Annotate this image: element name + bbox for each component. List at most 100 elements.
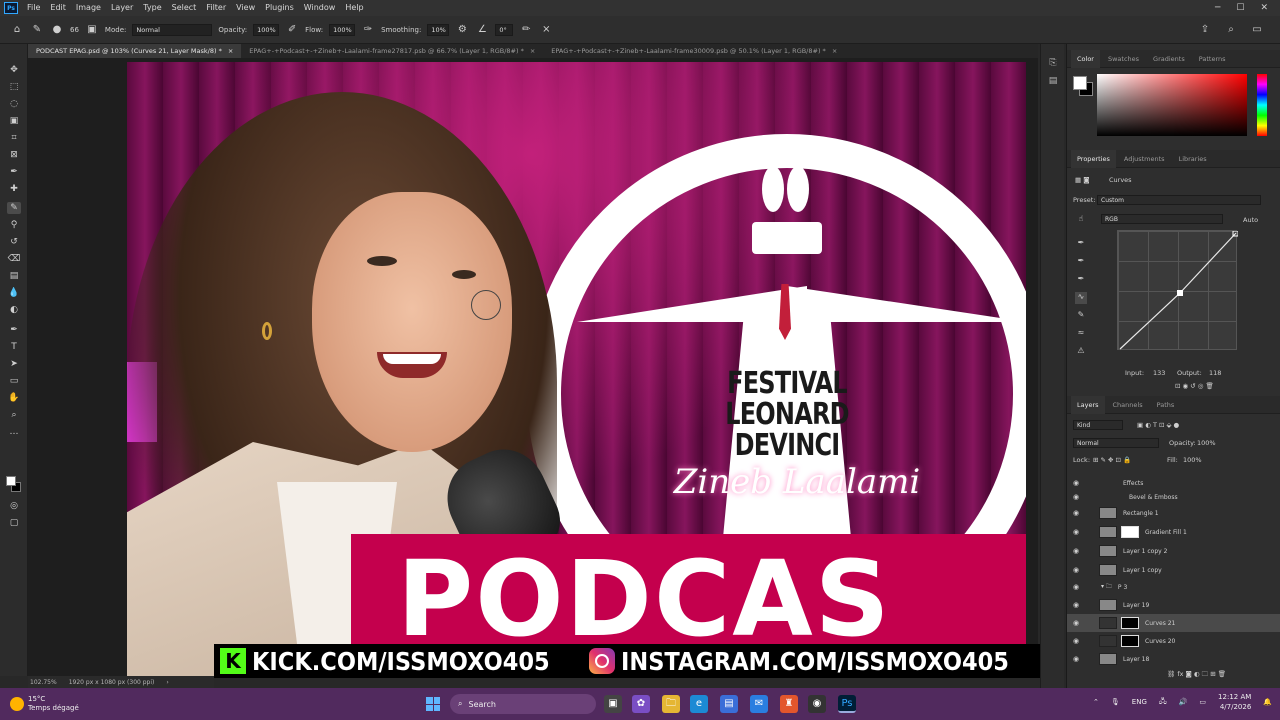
layer-filter-kind[interactable]: Kind [1073, 420, 1123, 430]
menu-layer[interactable]: Layer [106, 0, 138, 16]
channel-select[interactable]: RGB [1101, 214, 1223, 224]
tab-properties[interactable]: Properties [1071, 149, 1116, 168]
canvas-area[interactable]: FESTIVAL LEONARD DEVINCI Zineb Laalami P… [28, 58, 1038, 676]
dodge-tool-icon[interactable]: ◐ [7, 304, 21, 316]
smoothing-settings-gear-icon[interactable]: ⚙ [455, 23, 469, 37]
document-canvas[interactable]: FESTIVAL LEONARD DEVINCI Zineb Laalami P… [127, 62, 1026, 676]
brush-tool-icon[interactable]: ✎ [30, 23, 44, 37]
menu-view[interactable]: View [231, 0, 260, 16]
minimize-icon[interactable]: ─ [1215, 3, 1220, 13]
language-indicator[interactable]: ENG [1132, 698, 1147, 706]
black-point-eyedropper-icon[interactable]: ✒ [1075, 238, 1087, 250]
layer-row-layer18[interactable]: ◉ Layer 18 [1067, 650, 1280, 668]
mail-icon[interactable]: ✉ [750, 695, 768, 713]
gradient-tool-icon[interactable]: ▤ [7, 270, 21, 282]
taskbar-search[interactable]: ⌕ Search [450, 694, 596, 714]
lock-icons[interactable]: ⊞ ✎ ✥ ⊡ 🔒 [1093, 456, 1131, 464]
tab-frame27817[interactable]: EPAG+-+Podcast+-+Zineb+-Laalami-frame278… [241, 44, 543, 58]
properties-footer-icons[interactable]: ⊡ ◉ ↺ ◎ 🗑 [1175, 382, 1214, 390]
layer-opacity-value[interactable]: 100% [1197, 439, 1216, 447]
menu-file[interactable]: File [22, 0, 45, 16]
tab-patterns[interactable]: Patterns [1193, 50, 1232, 68]
brave-browser-icon[interactable]: ♜ [780, 695, 798, 713]
angle-field[interactable]: 0° [495, 23, 514, 36]
menu-select[interactable]: Select [167, 0, 202, 16]
notification-icon[interactable]: 🔔 [1263, 698, 1272, 706]
pen-tool-icon[interactable]: ✒ [7, 324, 21, 336]
layer-row-gradient-fill[interactable]: ◉ Gradient Fill 1 [1067, 523, 1280, 541]
rectangle-tool-icon[interactable]: ▭ [7, 375, 21, 387]
blend-mode-select[interactable]: Normal [1073, 438, 1159, 448]
workspace-icon[interactable]: ▭ [1250, 23, 1264, 37]
layer-row-layer1-copy[interactable]: ◉ Layer 1 copy [1067, 561, 1280, 579]
layers-footer-icons[interactable]: ⛓ fx ◙ ◐ 🗀 ⊞ 🗑 [1167, 670, 1226, 681]
foreground-color-swatch[interactable] [6, 476, 16, 486]
share-icon[interactable]: ⇪ [1198, 23, 1212, 37]
history-brush-icon[interactable]: ↺ [7, 236, 21, 248]
symmetry-icon[interactable]: ⨯ [539, 23, 553, 37]
menu-plugins[interactable]: Plugins [260, 0, 299, 16]
zoom-level[interactable]: 102.75% [30, 679, 57, 686]
close-icon[interactable]: ✕ [1260, 3, 1268, 13]
history-icon[interactable]: ⎘ [1047, 58, 1059, 70]
tab-podcast-epag[interactable]: PODCAST EPAG.psd @ 103% (Curves 21, Laye… [28, 44, 242, 58]
marquee-tool-icon[interactable]: ⬚ [7, 81, 21, 93]
battery-icon[interactable]: ▭ [1199, 698, 1206, 706]
auto-button[interactable]: Auto [1243, 216, 1258, 224]
quick-mask-icon[interactable]: ◎ [7, 500, 21, 512]
gray-point-eyedropper-icon[interactable]: ✒ [1075, 256, 1087, 268]
blur-tool-icon[interactable]: 💧 [7, 287, 21, 299]
brush-tool-icon[interactable]: ✎ [7, 202, 21, 214]
color-picker-field[interactable] [1097, 74, 1247, 136]
menu-image[interactable]: Image [71, 0, 106, 16]
curve-point[interactable] [1177, 290, 1183, 296]
lasso-tool-icon[interactable]: ◌ [7, 98, 21, 110]
store-icon[interactable]: ▤ [720, 695, 738, 713]
visibility-eye-icon[interactable]: ◉ [1073, 601, 1083, 609]
widgets-icon[interactable]: ✿ [632, 695, 650, 713]
weather-widget[interactable]: 15°C Temps dégagé [0, 695, 79, 713]
stamp-tool-icon[interactable]: ⚲ [7, 219, 21, 231]
crop-tool-icon[interactable]: ⌗ [7, 132, 21, 144]
screen-mode-icon[interactable]: ▢ [7, 517, 21, 529]
brush-preset-icon[interactable]: ● [50, 23, 64, 37]
file-explorer-icon[interactable]: 🗀 [662, 695, 680, 713]
smoothing-field[interactable]: 10% [427, 23, 450, 36]
airbrush-icon[interactable]: ✑ [361, 23, 375, 37]
foreground-color-chip[interactable] [1073, 76, 1087, 90]
clock[interactable]: 12:12 AM 4/7/2026 [1218, 692, 1251, 712]
microphone-icon[interactable]: 🎙 [1111, 698, 1120, 706]
mode-select[interactable]: Normal [132, 23, 213, 36]
more-tools-icon[interactable]: … [7, 426, 21, 438]
visibility-eye-icon[interactable]: ◉ [1073, 479, 1083, 487]
fill-value[interactable]: 100% [1183, 456, 1202, 464]
volume-icon[interactable]: 🔊 [1179, 698, 1188, 706]
obs-icon[interactable]: ◉ [808, 695, 826, 713]
menu-type[interactable]: Type [138, 0, 166, 16]
frame-tool-icon[interactable]: ⊠ [7, 149, 21, 161]
visibility-eye-icon[interactable]: ◉ [1073, 566, 1083, 574]
hue-slider[interactable] [1257, 74, 1267, 136]
search-icon[interactable]: ⌕ [1224, 23, 1238, 37]
zoom-tool-icon[interactable]: ⌕ [7, 409, 21, 421]
menu-edit[interactable]: Edit [45, 0, 71, 16]
edge-browser-icon[interactable]: e [690, 695, 708, 713]
visibility-eye-icon[interactable]: ◉ [1073, 637, 1083, 645]
healing-tool-icon[interactable]: ✚ [7, 183, 21, 195]
tab-channels[interactable]: Channels [1107, 396, 1149, 414]
type-tool-icon[interactable]: T [7, 341, 21, 353]
tab-adjustments[interactable]: Adjustments [1118, 150, 1171, 168]
flow-field[interactable]: 100% [329, 23, 356, 36]
visibility-eye-icon[interactable]: ◉ [1073, 655, 1083, 663]
tab-close-icon[interactable]: × [832, 47, 837, 55]
object-select-tool-icon[interactable]: ▣ [7, 115, 21, 127]
visibility-eye-icon[interactable]: ◉ [1073, 528, 1083, 536]
maximize-icon[interactable]: ☐ [1236, 3, 1244, 13]
menu-window[interactable]: Window [299, 0, 341, 16]
status-arrow-icon[interactable]: › [166, 679, 168, 686]
visibility-eye-icon[interactable]: ◉ [1073, 583, 1083, 591]
visibility-eye-icon[interactable]: ◉ [1073, 493, 1083, 501]
layer-row-rectangle[interactable]: ◉ Rectangle 1 [1067, 504, 1280, 522]
output-value[interactable]: 118 [1209, 369, 1221, 377]
pressure-opacity-icon[interactable]: ✐ [285, 23, 299, 37]
